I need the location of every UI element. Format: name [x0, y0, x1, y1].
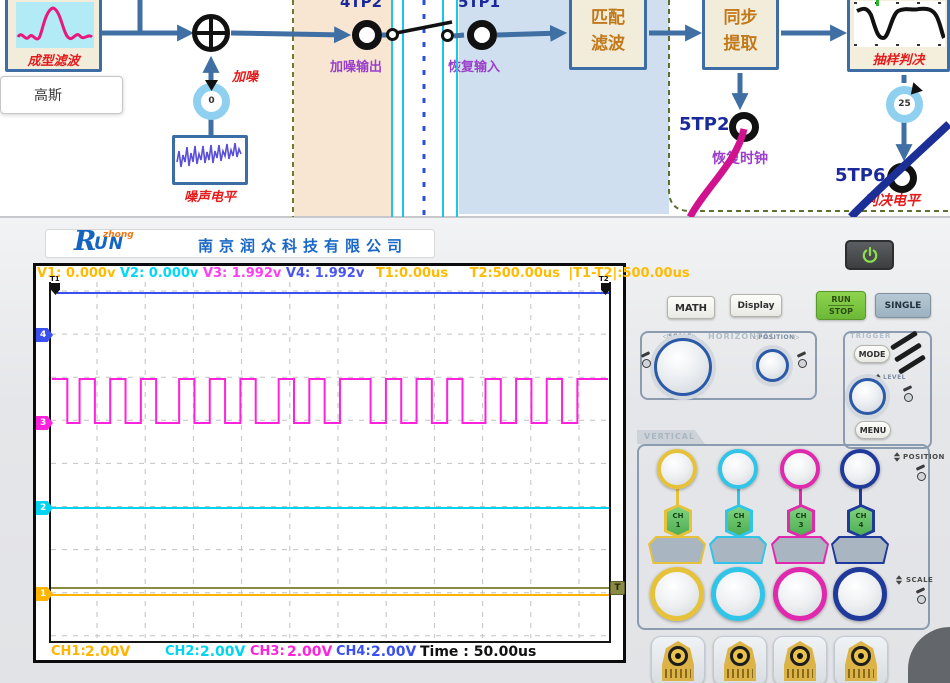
trigger-section-label: TRIGGER — [848, 332, 893, 340]
ch2-label: CH2: — [165, 644, 200, 659]
ch1-bnc-connector[interactable] — [651, 636, 705, 683]
oscilloscope-window: R UN zhong 南京润众科技有限公司 V1: 0.000v V2: 0.0… — [0, 216, 950, 683]
case-corner — [908, 627, 950, 683]
meas-v3: V3: 1.992v — [203, 266, 281, 281]
ch4-bnc-connector[interactable] — [834, 636, 888, 683]
ch3-pad — [771, 536, 829, 564]
ch2-position-knob[interactable] — [718, 449, 758, 489]
ch4-button[interactable]: CH4 — [847, 504, 875, 538]
scope-screen: V1: 0.000v V2: 0.000v V3: 1.992v V4: 1.9… — [33, 263, 626, 663]
brand-logo-plate: R UN zhong 南京润众科技有限公司 — [45, 229, 435, 258]
trigger-level-marker[interactable]: T — [610, 581, 625, 595]
run-stop-button[interactable]: RUN STOP — [816, 291, 866, 320]
ch1-position-knob[interactable] — [657, 449, 697, 489]
ch3-bnc-connector[interactable] — [773, 636, 827, 683]
push-knob-icon-horizontal — [641, 353, 651, 368]
power-button[interactable] — [845, 240, 894, 270]
block-diagram: 成型滤波 高斯 加噪 0 噪声电平 4TP2 加噪输出 5TP1 恢复输入 — [0, 0, 950, 217]
switch-contact-right[interactable] — [441, 29, 454, 42]
meas-t1: T1:0.00us — [376, 266, 448, 281]
t1-cursor-label: T1 — [50, 275, 60, 283]
ch4-position-knob[interactable] — [840, 449, 880, 489]
push-knob-icon-vpos — [916, 466, 926, 481]
simulation-app: 成型滤波 高斯 加噪 0 噪声电平 4TP2 加噪输出 5TP1 恢复输入 — [0, 0, 950, 683]
horizontal-position-knob[interactable] — [756, 349, 789, 382]
company-name: 南京润众科技有限公司 — [198, 235, 408, 256]
meas-v1: V1: 0.000v — [37, 266, 115, 281]
ch1-scale-knob[interactable] — [650, 567, 704, 621]
tp-5tp6-node[interactable] — [887, 163, 917, 193]
horizontal-scale-knob[interactable] — [654, 338, 712, 396]
tp-5tp1-node[interactable] — [467, 20, 497, 50]
trigger-menu-button[interactable]: MENU — [855, 421, 891, 439]
math-button[interactable]: MATH — [667, 296, 715, 319]
vertical-section-label: VERTICAL — [642, 432, 697, 441]
ch3-label: CH3: — [250, 644, 285, 659]
ch2-scale-knob[interactable] — [711, 567, 765, 621]
ch4-pad — [831, 536, 889, 564]
scale-arrows-icon — [896, 575, 902, 585]
ch4-scale-knob[interactable] — [833, 567, 887, 621]
measurement-row: V1: 0.000v V2: 0.000v V3: 1.992v V4: 1.9… — [37, 266, 690, 281]
ch1-pad — [648, 536, 706, 564]
display-button[interactable]: Display — [730, 294, 782, 317]
horizontal-position-label: ◁POSITION▷ — [753, 334, 800, 341]
meas-t2: T2:500.00us — [470, 266, 560, 281]
ch4-label: CH4: — [336, 644, 371, 659]
single-button[interactable]: SINGLE — [875, 293, 931, 318]
push-knob-icon-position — [797, 353, 807, 368]
ch1-label: CH1: — [51, 644, 86, 659]
ch3-scale-knob[interactable] — [773, 567, 827, 621]
ch3-button[interactable]: CH3 — [787, 504, 815, 538]
status-row: CH1: 2.00V CH2: 2.00V CH3: 2.00V CH4: 2.… — [36, 643, 623, 660]
trigger-level-knob[interactable] — [849, 378, 886, 415]
vertical-position-label: POSITION — [903, 453, 945, 461]
ch2-scale-value: 2.00V — [200, 644, 245, 660]
adder-icon — [195, 17, 228, 50]
push-knob-icon-vscale — [916, 589, 926, 604]
ch2-pad — [709, 536, 767, 564]
ch3-position-knob[interactable] — [780, 449, 820, 489]
ch3-scale-value: 2.00V — [287, 644, 332, 660]
graticule — [49, 282, 611, 643]
meas-v4: V4: 1.992v — [286, 266, 364, 281]
ch2-bnc-connector[interactable] — [713, 636, 767, 683]
vertical-scale-label: SCALE — [906, 576, 933, 584]
ch1-button[interactable]: CH1 — [664, 504, 692, 538]
push-knob-icon-level — [903, 387, 913, 402]
position-arrows-icon — [894, 452, 900, 462]
meas-t1t2: |T1-T2|:500.00us — [568, 266, 689, 281]
ch1-scale-value: 2.00V — [85, 644, 130, 660]
ch4-scale-value: 2.00V — [371, 644, 416, 660]
timebase-value: Time : 50.00us — [420, 644, 536, 660]
ch2-button[interactable]: CH2 — [725, 504, 753, 538]
brand-logo-sub: zhong — [103, 230, 134, 240]
tp-4tp2-node[interactable] — [352, 20, 382, 50]
tp-5tp2-node[interactable] — [729, 112, 759, 142]
meas-v2: V2: 0.000v — [120, 266, 198, 281]
trigger-mode-button[interactable]: MODE — [854, 345, 890, 363]
t2-cursor-label: T2 — [599, 275, 609, 283]
switch-contact-left[interactable] — [386, 28, 399, 41]
trigger-level-label: LEVEL — [883, 374, 906, 381]
power-icon — [860, 245, 880, 265]
